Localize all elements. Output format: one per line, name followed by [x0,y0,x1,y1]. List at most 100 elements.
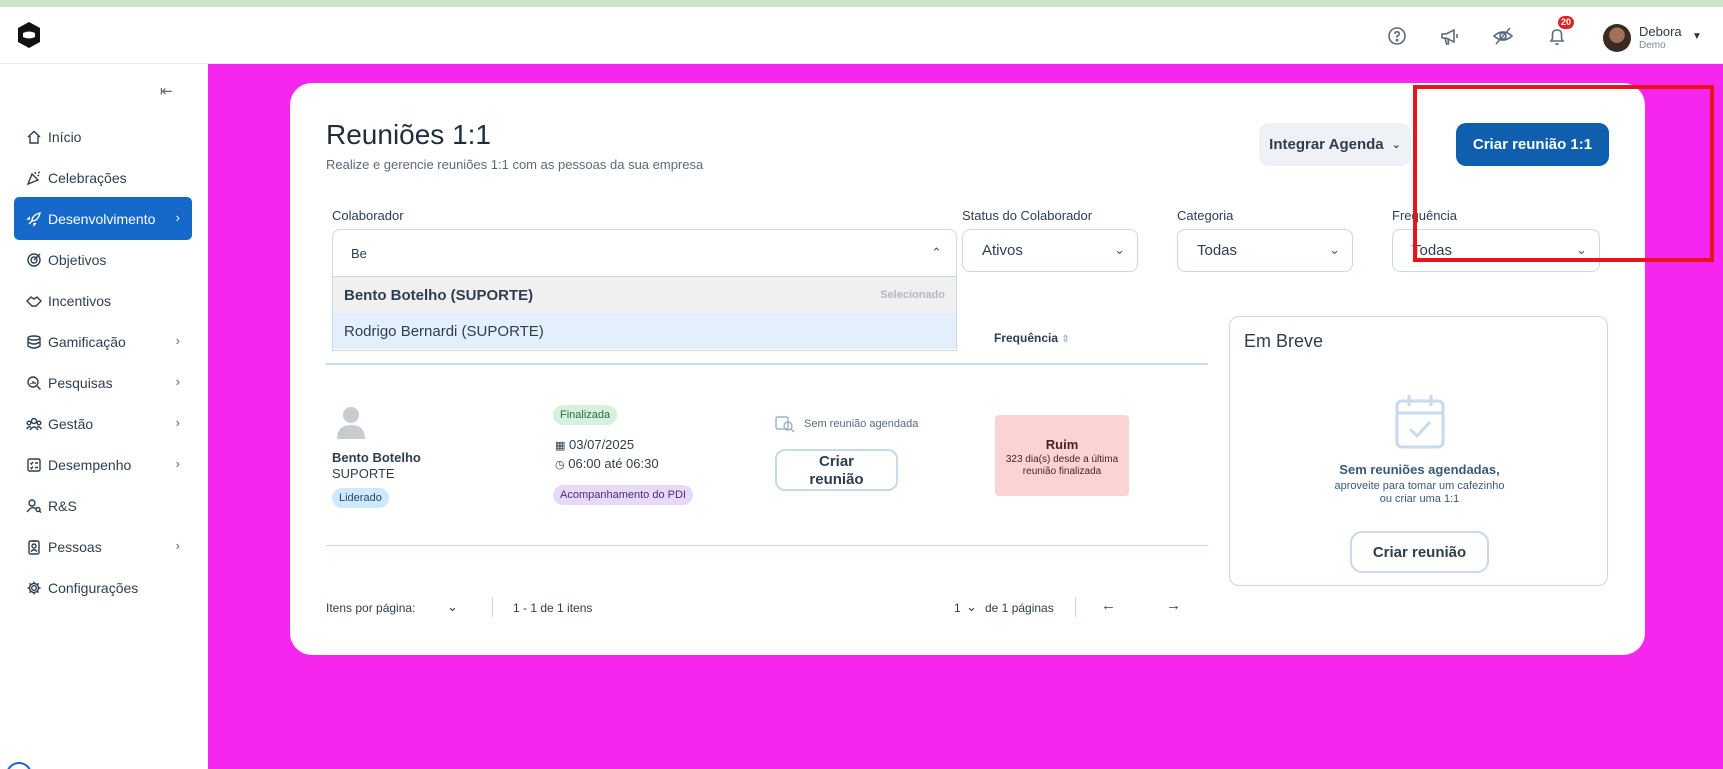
sidebar-item-gestao[interactable]: Gestão › [14,402,192,445]
em-breve-message: Sem reuniões agendadas, [1339,462,1500,477]
sidebar-item-label: Pessoas [48,538,102,555]
sidebar-item-rs[interactable]: R&S [14,484,192,527]
previous-page-arrow-icon[interactable]: ← [1101,597,1116,614]
selected-tag: Selecionado [880,289,945,301]
status-badge: Finalizada [553,405,618,425]
colaborador-dropdown: Bento Botelho (SUPORTE) Selecionado Rodr… [332,277,957,351]
items-per-page-dropdown[interactable]: ⌄ [447,599,458,615]
column-header-frequencia[interactable]: Frequência ⇕ [994,331,1070,345]
sidebar-item-label: Gestão [48,415,94,432]
page-subtitle: Realize e gerencie reuniões 1:1 com as p… [326,157,704,172]
colaborador-label: Colaborador [332,208,404,223]
meeting-time-value: 06:00 até 06:30 [568,456,659,471]
chevron-right-icon: › [175,333,180,348]
database-icon [27,334,41,349]
calendar-search-icon [775,416,795,433]
page-title: Reuniões 1:1 [326,119,492,150]
frequency-status-desc: 323 dia(s) desde a última reunião finali… [1005,454,1119,477]
categoria-label: Categoria [1177,208,1234,223]
sidebar-item-pessoas[interactable]: Pessoas › [14,525,192,568]
next-page-arrow-icon[interactable]: → [1166,597,1181,614]
chevron-right-icon: › [175,538,180,553]
dropdown-option-label: Rodrigo Bernardi (SUPORTE) [344,322,544,340]
clock-icon: ◷ [555,459,565,471]
integrar-agenda-button[interactable]: Integrar Agenda ⌄ [1259,123,1411,166]
criar-reuniao-row-label-2: reunião [809,471,864,488]
sidebar-item-label: Desenvolvimento [48,210,156,227]
total-pages-label: de 1 páginas [985,601,1054,615]
colaborador-input[interactable]: Be ⌃ [332,229,957,277]
sidebar-item-label: Pesquisas [48,374,113,391]
criar-reuniao-row-button[interactable]: Criar reunião [775,449,898,491]
items-per-page-label: Itens por página: [326,601,416,615]
search-analytics-icon [27,375,41,390]
collaborator-name: Bento Botelho [332,450,421,465]
user-name[interactable]: Debora [1639,24,1682,39]
em-breve-sub-line-2: ou criar uma 1:1 [1379,493,1460,505]
user-placeholder-icon [337,407,365,439]
collapse-sidebar-icon[interactable]: ⇤ [160,82,173,100]
sidebar-item-objetivos[interactable]: Objetivos [14,238,192,281]
id-badge-icon [28,539,40,555]
user-company: Demo [1639,40,1666,51]
help-circle-icon[interactable] [1386,25,1408,47]
chevron-down-icon: ⌄ [1329,242,1340,257]
meeting-date: ▦ 03/07/2025 [555,437,634,452]
eye-off-icon[interactable] [1492,25,1514,47]
chevron-down-icon[interactable]: ⌄ [966,599,977,615]
avatar[interactable] [1603,24,1631,52]
sidebar-item-incentivos[interactable]: Incentivos [14,279,192,322]
sidebar-item-label: Configurações [48,579,139,596]
integrar-agenda-label: Integrar Agenda [1269,136,1384,153]
sidebar-item-label: Gamificação [48,333,126,350]
page-number-select[interactable]: 1 [954,601,961,615]
status-label: Status do Colaborador [962,208,1093,223]
sidebar-item-desenvolvimento[interactable]: Desenvolvimento › [14,197,192,240]
categoria-select[interactable]: Todas ⌄ [1177,229,1353,272]
sidebar-item-label: R&S [48,497,77,514]
collaborator-dept: SUPORTE [332,466,395,481]
home-icon [27,130,41,144]
sidebar-item-label: Incentivos [48,292,112,309]
logo-icon[interactable] [16,21,42,49]
frequency-status: Ruim 323 dia(s) desde a última reunião f… [995,415,1129,496]
table-row-divider [326,545,1208,546]
megaphone-icon[interactable] [1439,25,1461,47]
chevron-right-icon: › [175,374,180,389]
status-select-value: Ativos [982,242,1023,259]
top-bar: 20 Debora Demo ▼ [0,7,1723,64]
sidebar-item-celebracoes[interactable]: Celebrações [14,156,192,199]
sidebar-item-label: Celebrações [48,169,127,186]
sidebar-item-desempenho[interactable]: Desempenho › [14,443,192,486]
party-icon [26,170,41,185]
sort-icon: ⇕ [1061,334,1070,345]
sidebar-item-gamificacao[interactable]: Gamificação › [14,320,192,363]
sidebar-item-pesquisas[interactable]: Pesquisas › [14,361,192,404]
criar-reuniao-row-label-1: Criar [818,453,855,470]
chevron-down-icon: ⌄ [1391,139,1401,151]
status-select[interactable]: Ativos ⌄ [962,229,1138,272]
handshake-icon [26,295,42,307]
meeting-date-value: 03/07/2025 [569,437,635,452]
sidebar-item-inicio[interactable]: Início [14,115,192,158]
highlight-box [1413,85,1714,262]
user-menu-caret-icon[interactable]: ▼ [1692,31,1702,42]
dropdown-option[interactable]: Rodrigo Bernardi (SUPORTE) [333,313,956,349]
criar-reuniao-empty-button[interactable]: Criar reunião [1350,531,1489,573]
em-breve-title: Em Breve [1244,331,1324,351]
user-search-icon [26,498,42,513]
checklist-icon [27,457,41,472]
calendar-icon: ▦ [555,440,566,452]
browser-strip [0,0,1723,7]
chevron-right-icon: › [175,210,180,225]
no-meeting-text: Sem reunião agendada [804,418,919,430]
sidebar-item-configuracoes[interactable]: Configurações [14,566,192,609]
rocket-icon [26,211,41,227]
notification-badge: 20 [1558,16,1575,29]
calendar-check-icon [1395,395,1445,449]
chevron-up-icon[interactable]: ⌃ [931,245,942,261]
gear-icon [27,581,41,594]
dropdown-option[interactable]: Bento Botelho (SUPORTE) Selecionado [333,277,956,313]
sidebar-item-label: Objetivos [48,251,107,268]
sidebar-item-label: Início [48,128,82,145]
